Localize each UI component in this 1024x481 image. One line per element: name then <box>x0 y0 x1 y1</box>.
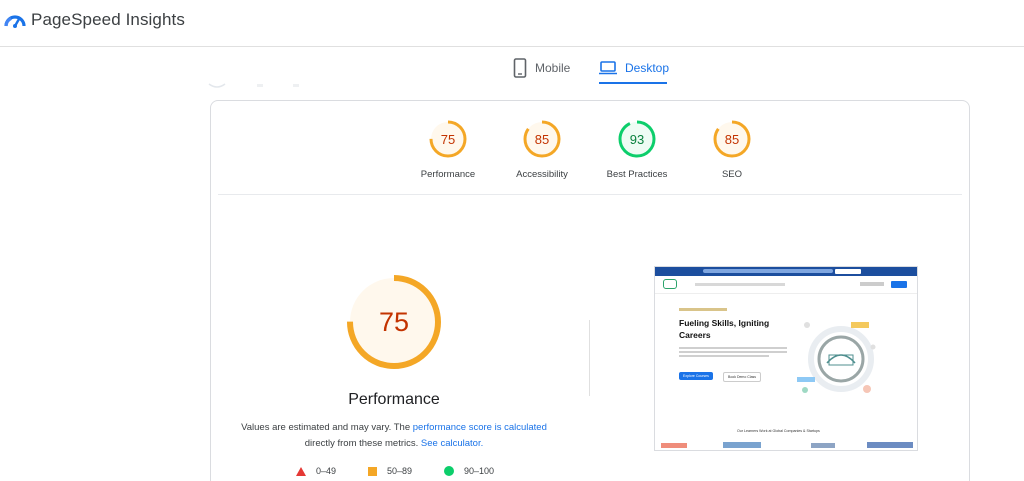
pagespeed-logo-icon[interactable] <box>4 10 26 30</box>
scrolled-content-remnant <box>208 83 299 88</box>
preview-hero-illustration <box>797 322 876 393</box>
preview-navbar <box>655 276 917 294</box>
preview-explore-button: Explore Courses <box>679 372 713 380</box>
score-label: Best Practices <box>606 169 668 180</box>
preview-headline: Fueling Skills, Igniting <box>679 318 770 328</box>
performance-gauge: 75 <box>347 275 441 369</box>
app-header: PageSpeed Insights <box>0 0 1024 47</box>
legend-good: 90–100 <box>444 466 494 476</box>
score-value: 85 <box>535 132 549 147</box>
square-icon <box>368 466 377 476</box>
gauge-ring: 85 <box>713 120 751 158</box>
performance-title: Performance <box>348 391 440 408</box>
tab-desktop-label: Desktop <box>625 61 670 75</box>
performance-score-link[interactable]: performance score is calculated <box>413 422 547 433</box>
preview-logo-strip <box>661 442 913 448</box>
score-value: 85 <box>725 132 739 147</box>
score-gauge-accessibility[interactable]: 85 Accessibility <box>497 119 587 180</box>
gauge-ring: 75 <box>429 120 467 158</box>
phone-icon <box>513 58 527 78</box>
performance-score-value: 75 <box>379 307 409 337</box>
score-gauge-performance[interactable]: 75 Performance <box>403 119 493 180</box>
score-gauge-seo[interactable]: 85 SEO <box>687 119 777 180</box>
tab-desktop[interactable]: Desktop <box>599 52 669 84</box>
legend-average: 50–89 <box>368 466 412 476</box>
score-label: Performance <box>420 169 476 180</box>
tab-mobile[interactable]: Mobile <box>513 52 570 84</box>
preview-headline-line2: Careers <box>679 330 711 340</box>
score-gauge-best-practices[interactable]: 93 Best Practices <box>592 119 682 180</box>
tab-mobile-label: Mobile <box>535 61 571 75</box>
score-value: 75 <box>441 132 455 147</box>
card-divider <box>218 194 962 195</box>
preview-footer-text: Our Learners Work at Global Companies & … <box>737 429 820 433</box>
circle-icon <box>444 466 454 476</box>
laptop-icon <box>599 61 617 75</box>
performance-description: Values are estimated and may vary. The p… <box>241 422 547 449</box>
legend-poor: 0–49 <box>296 466 336 476</box>
score-label: Accessibility <box>516 169 568 180</box>
score-value: 93 <box>630 132 644 147</box>
score-label: SEO <box>721 169 743 180</box>
triangle-icon <box>296 466 306 476</box>
preview-demo-button: Book Demo Class <box>723 372 762 382</box>
gauge-ring: 85 <box>523 120 561 158</box>
vertical-divider <box>589 320 590 396</box>
page-screenshot-preview: Fueling Skills, Igniting Careers Explore… <box>654 266 918 451</box>
active-tab-indicator <box>599 82 667 84</box>
gauge-ring: 93 <box>618 120 656 158</box>
see-calculator-link[interactable]: See calculator. <box>421 438 483 449</box>
brand-title[interactable]: PageSpeed Insights <box>31 10 185 30</box>
preview-announcement-bar <box>655 267 917 276</box>
